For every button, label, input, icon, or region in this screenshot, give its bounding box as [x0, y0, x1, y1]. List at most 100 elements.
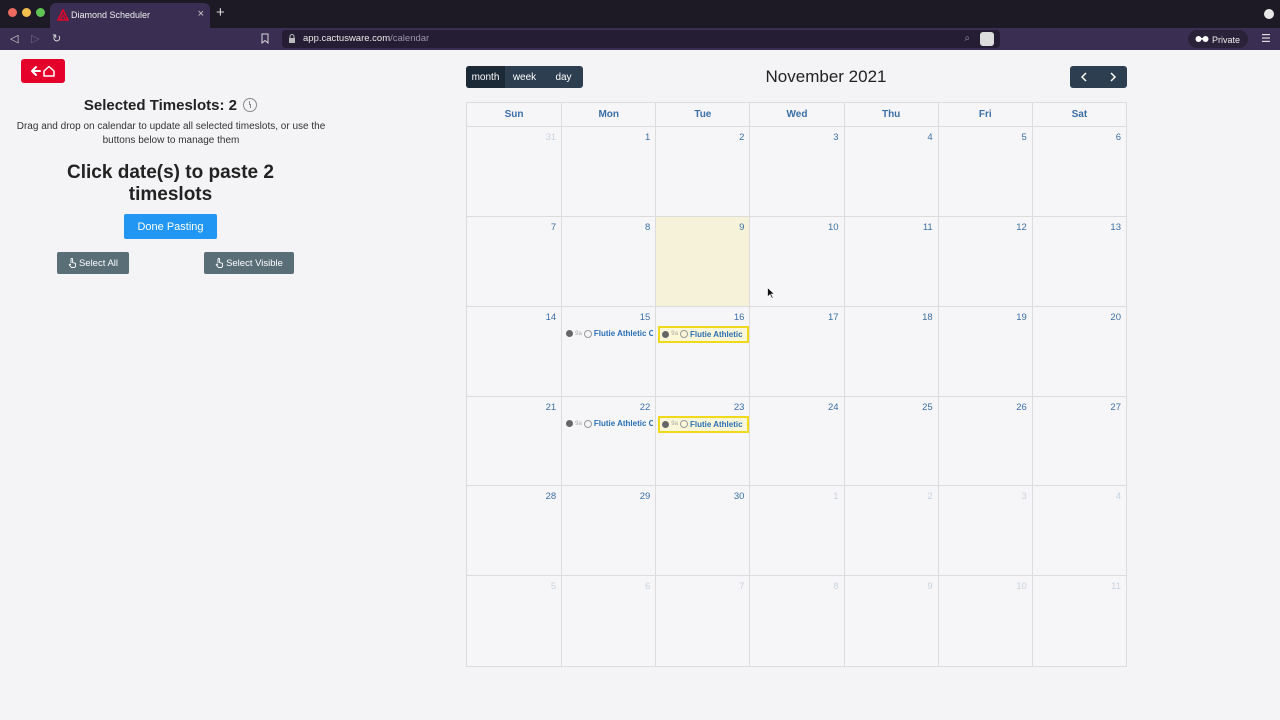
day-cell[interactable]: 4: [1031, 486, 1126, 577]
day-cell[interactable]: 5: [937, 127, 1032, 217]
day-cell[interactable]: 31: [467, 127, 562, 217]
done-pasting-button[interactable]: Done Pasting: [124, 214, 217, 239]
day-cell[interactable]: 2: [655, 127, 750, 217]
day-number[interactable]: 6: [645, 581, 650, 592]
day-number[interactable]: 26: [1016, 402, 1027, 413]
address-bar[interactable]: app.cactusware.com/calendar ⌕: [282, 30, 1000, 48]
day-cell[interactable]: 10: [749, 216, 844, 307]
view-month-button[interactable]: month: [466, 66, 505, 88]
day-number[interactable]: 22: [640, 402, 651, 413]
day-cell[interactable]: 16 9a Flutie Athletic: [655, 306, 750, 397]
browser-menu-icon[interactable]: [1262, 33, 1270, 43]
day-cell[interactable]: 28: [467, 486, 562, 577]
day-cell[interactable]: 8: [561, 216, 656, 307]
brave-shield-icon[interactable]: [980, 32, 994, 46]
day-cell[interactable]: 23 9a Flutie Athletic: [655, 396, 750, 487]
day-number[interactable]: 11: [923, 222, 933, 233]
day-number[interactable]: 10: [1016, 581, 1027, 592]
day-number[interactable]: 4: [927, 132, 932, 143]
select-visible-button[interactable]: Select Visible: [204, 252, 294, 274]
day-cell[interactable]: 13: [1031, 216, 1126, 307]
day-number[interactable]: 19: [1016, 312, 1027, 323]
search-icon[interactable]: ⌕: [964, 33, 970, 44]
day-cell[interactable]: 14: [467, 307, 562, 397]
select-all-button[interactable]: Select All: [57, 252, 129, 274]
day-number[interactable]: 8: [833, 581, 838, 592]
day-cell[interactable]: 12: [937, 216, 1032, 307]
day-cell[interactable]: 24: [749, 396, 844, 487]
day-cell[interactable]: 10: [937, 576, 1032, 666]
day-cell[interactable]: 6: [1031, 127, 1126, 217]
forward-icon[interactable]: ▷: [31, 31, 39, 47]
view-day-button[interactable]: day: [544, 66, 583, 88]
day-number[interactable]: 17: [828, 312, 839, 323]
day-cell[interactable]: 7: [655, 576, 749, 666]
day-number[interactable]: 5: [1022, 132, 1027, 143]
new-tab-button[interactable]: +: [216, 4, 225, 22]
day-number[interactable]: 14: [546, 312, 557, 323]
day-number[interactable]: 18: [922, 312, 933, 323]
day-number[interactable]: 2: [927, 491, 932, 502]
day-cell[interactable]: 3: [749, 127, 844, 217]
day-cell[interactable]: 3: [937, 486, 1032, 577]
day-number[interactable]: 9: [739, 222, 744, 233]
day-number[interactable]: 31: [546, 132, 557, 143]
day-cell[interactable]: 9: [655, 216, 750, 307]
day-number[interactable]: 2: [739, 132, 744, 143]
day-number[interactable]: 12: [1016, 222, 1027, 233]
day-number[interactable]: 23: [734, 402, 745, 413]
day-number[interactable]: 4: [1116, 491, 1121, 502]
day-number[interactable]: 1: [833, 491, 838, 502]
timeslot-event[interactable]: 9a Flutie Athletic C: [565, 417, 653, 431]
selected-timeslot-event[interactable]: 9a Flutie Athletic: [658, 415, 750, 433]
prev-month-button[interactable]: [1070, 66, 1099, 88]
view-week-button[interactable]: week: [505, 66, 544, 88]
day-number[interactable]: 7: [739, 581, 744, 592]
day-number[interactable]: 3: [1022, 491, 1027, 502]
day-number[interactable]: 3: [833, 132, 838, 143]
day-number[interactable]: 30: [734, 491, 745, 502]
day-cell[interactable]: 15 9a Flutie Athletic C: [561, 306, 656, 397]
day-cell[interactable]: 25: [843, 396, 938, 487]
day-cell[interactable]: 26: [937, 396, 1032, 487]
day-number[interactable]: 20: [1110, 312, 1121, 323]
day-number[interactable]: 11: [1111, 581, 1121, 592]
day-number[interactable]: 29: [640, 491, 651, 502]
back-home-button[interactable]: [21, 59, 65, 83]
day-number[interactable]: 1: [645, 132, 650, 143]
day-cell[interactable]: 6: [561, 576, 655, 666]
minimize-window-button[interactable]: [22, 8, 31, 17]
day-cell[interactable]: 17: [749, 306, 844, 397]
day-number[interactable]: 28: [546, 491, 557, 502]
day-number[interactable]: 16: [734, 312, 745, 323]
day-number[interactable]: 5: [551, 581, 556, 592]
bookmark-icon[interactable]: [261, 33, 269, 44]
day-number[interactable]: 24: [828, 402, 839, 413]
day-cell[interactable]: 4: [843, 127, 938, 217]
day-cell[interactable]: 1: [561, 127, 656, 217]
timeslot-event[interactable]: 9a Flutie Athletic C: [565, 327, 653, 341]
day-number[interactable]: 15: [640, 312, 651, 323]
day-cell[interactable]: 29: [561, 486, 656, 577]
day-cell[interactable]: 19: [937, 306, 1032, 397]
day-cell[interactable]: 18: [843, 306, 938, 397]
day-cell[interactable]: 8: [749, 576, 843, 666]
day-cell[interactable]: 5: [467, 576, 561, 666]
day-number[interactable]: 27: [1110, 402, 1121, 413]
day-number[interactable]: 7: [551, 222, 556, 233]
day-cell[interactable]: 7: [467, 217, 562, 307]
selected-timeslot-event[interactable]: 9a Flutie Athletic: [658, 325, 750, 343]
day-number[interactable]: 25: [922, 402, 933, 413]
tab-close-icon[interactable]: ×: [198, 8, 204, 20]
close-window-button[interactable]: [8, 8, 17, 17]
day-number[interactable]: 21: [546, 402, 557, 413]
day-number[interactable]: 9: [927, 581, 932, 592]
day-cell[interactable]: 30: [655, 486, 750, 577]
day-cell[interactable]: 21: [467, 397, 562, 487]
day-cell[interactable]: 9: [843, 576, 938, 666]
maximize-window-button[interactable]: [36, 8, 45, 17]
day-cell[interactable]: 1: [749, 486, 844, 577]
day-number[interactable]: 8: [645, 222, 650, 233]
day-cell[interactable]: 20: [1031, 306, 1126, 397]
day-number[interactable]: 6: [1116, 132, 1121, 143]
